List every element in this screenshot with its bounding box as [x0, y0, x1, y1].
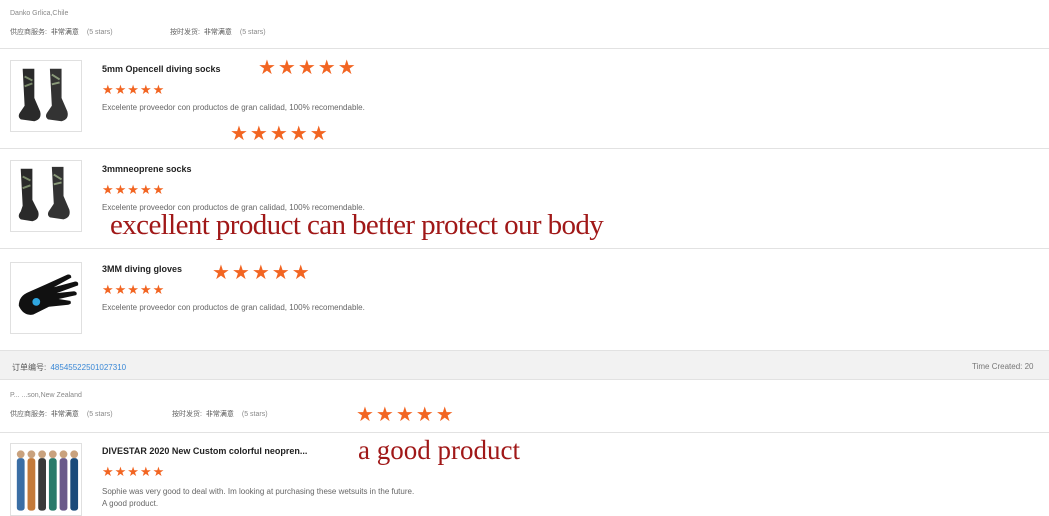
product-title[interactable]: DIVESTAR 2020 New Custom colorful neopre…: [102, 446, 307, 456]
review-text: Excelente proveedor con productos de gra…: [102, 103, 365, 112]
rating-stars: ★★★★★: [102, 82, 166, 97]
order-number: 订单编号: 48545522501027310: [12, 362, 126, 373]
divider: [0, 48, 1049, 49]
order-number-link[interactable]: 48545522501027310: [50, 363, 126, 372]
product-thumbnail[interactable]: [10, 160, 82, 232]
supplier-service-value: 非常满意: [50, 29, 79, 36]
order-number-label: 订单编号:: [12, 363, 47, 372]
ontime-label: 按时发货:: [172, 411, 202, 418]
divider: [0, 248, 1049, 249]
ontime-note: (5 stars): [239, 29, 266, 36]
overlay-caption: a good product: [358, 435, 520, 465]
ontime-value: 非常满意: [205, 411, 234, 418]
rating-stars: ★★★★★: [102, 182, 166, 197]
time-created: Time Created: 20: [972, 362, 1034, 371]
product-title[interactable]: 3MM diving gloves: [102, 264, 182, 274]
supplier-service-label: 供应商服务:: [10, 29, 47, 36]
rating-stars: ★★★★★: [102, 464, 166, 479]
ontime-note: (5 stars): [241, 411, 268, 418]
divider: [0, 432, 1049, 433]
buyer-name: Danko Grlica,Chile: [10, 10, 69, 17]
ontime-label: 按时发货:: [170, 29, 200, 36]
ontime-delivery-rating: 按时发货: 非常满意 (5 stars): [172, 409, 268, 419]
review-text: Sophie was very good to deal with. Im lo…: [102, 487, 415, 496]
supplier-service-rating: 供应商服务: 非常满意 (5 stars): [10, 27, 113, 37]
wetsuits-icon: [16, 450, 79, 511]
glove-icon: [18, 274, 79, 315]
product-title[interactable]: 3mmneoprene socks: [102, 164, 192, 174]
overlay-stars: ★★★★★: [356, 404, 456, 426]
supplier-service-note: (5 stars): [86, 411, 113, 418]
overlay-caption: excellent product can better protect our…: [110, 209, 604, 241]
overlay-stars: ★★★★★: [222, 124, 338, 144]
review-text: Excelente proveedor con productos de gra…: [102, 303, 365, 312]
supplier-service-rating: 供应商服务: 非常满意 (5 stars): [10, 409, 113, 419]
socks-icon: [18, 68, 68, 122]
overlay-stars: ★★★★★: [212, 262, 312, 284]
overlay-stars: ★★★★★: [258, 57, 358, 79]
divider: [0, 148, 1049, 149]
rating-stars: ★★★★★: [102, 282, 166, 297]
product-title[interactable]: 5mm Opencell diving socks: [102, 64, 221, 74]
supplier-service-value: 非常满意: [50, 411, 79, 418]
buyer-name: P... ...son,New Zealand: [10, 392, 82, 399]
ontime-value: 非常满意: [203, 29, 232, 36]
product-thumbnail[interactable]: [10, 60, 82, 132]
order-bar: 订单编号: 48545522501027310 Time Created: 20: [0, 350, 1049, 380]
product-thumbnail[interactable]: [10, 443, 82, 516]
supplier-service-note: (5 stars): [86, 29, 113, 36]
supplier-service-label: 供应商服务:: [10, 411, 47, 418]
review-text: A good product.: [102, 499, 159, 508]
socks-icon: [18, 166, 70, 222]
product-thumbnail[interactable]: [10, 262, 82, 334]
ontime-delivery-rating: 按时发货: 非常满意 (5 stars): [170, 27, 266, 37]
